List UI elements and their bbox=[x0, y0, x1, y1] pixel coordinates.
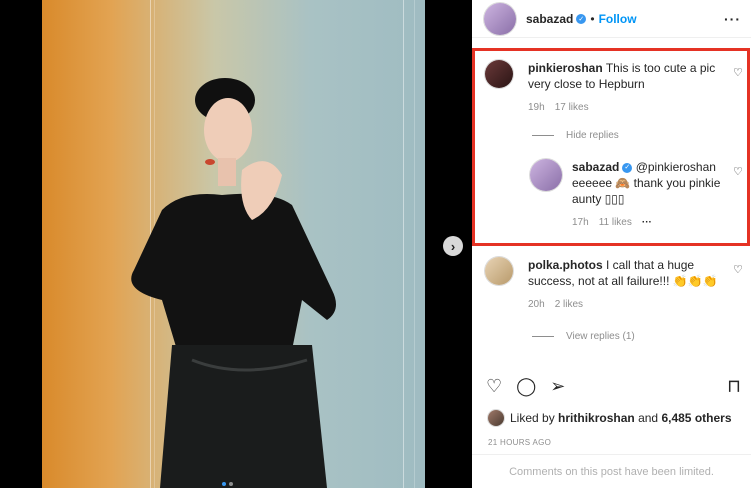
carousel-dot bbox=[229, 482, 233, 486]
like-comment-heart-icon[interactable]: ♡ bbox=[733, 265, 743, 276]
post-actions: ♡ ◯ ➢ ⊓ bbox=[486, 374, 741, 398]
commenter-avatar[interactable] bbox=[485, 257, 513, 285]
comment-time[interactable]: 20h bbox=[528, 297, 545, 313]
chevron-right-icon: › bbox=[450, 238, 456, 254]
likes-summary: Liked by hrithikroshan and 6,485 others bbox=[488, 410, 732, 426]
author-username[interactable]: sabazad bbox=[526, 12, 573, 26]
carousel-dots bbox=[222, 482, 233, 486]
verified-icon: ✓ bbox=[576, 13, 587, 24]
comment: polka.photos I call that a huge success,… bbox=[472, 257, 751, 313]
like-heart-icon[interactable]: ♡ bbox=[486, 376, 502, 396]
comment-icon[interactable]: ◯ bbox=[516, 376, 536, 396]
author-avatar[interactable] bbox=[484, 2, 516, 35]
view-replies-button[interactable]: View replies (1) bbox=[532, 331, 751, 342]
liker-avatar[interactable] bbox=[488, 410, 504, 426]
post-photo[interactable] bbox=[42, 0, 425, 488]
comment-likes[interactable]: 2 likes bbox=[555, 297, 583, 313]
highlight-box bbox=[472, 48, 750, 246]
likes-conjunction: and bbox=[638, 411, 659, 425]
post-header: sabazad ✓ • Follow ··· bbox=[472, 0, 751, 38]
more-options-icon[interactable]: ··· bbox=[724, 11, 741, 27]
likes-others[interactable]: 6,485 others bbox=[661, 411, 731, 425]
replies-divider bbox=[532, 336, 554, 337]
separator-dot: • bbox=[590, 11, 595, 26]
post-timestamp[interactable]: 21 HOURS AGO bbox=[488, 438, 551, 447]
follow-button[interactable]: Follow bbox=[599, 12, 637, 26]
save-bookmark-icon[interactable]: ⊓ bbox=[727, 376, 741, 396]
share-icon[interactable]: ➢ bbox=[550, 376, 565, 396]
comment-username[interactable]: polka.photos bbox=[528, 258, 603, 272]
photo-figure bbox=[131, 78, 336, 488]
carousel-dot-active bbox=[222, 482, 226, 486]
view-replies-label: View replies (1) bbox=[566, 331, 635, 342]
comments-limited-notice: Comments on this post have been limited. bbox=[472, 454, 751, 488]
photo-viewer: › bbox=[0, 0, 472, 488]
next-photo-button[interactable]: › bbox=[443, 236, 463, 256]
likes-prefix: Liked by bbox=[510, 411, 555, 425]
liker-username[interactable]: hrithikroshan bbox=[558, 411, 635, 425]
